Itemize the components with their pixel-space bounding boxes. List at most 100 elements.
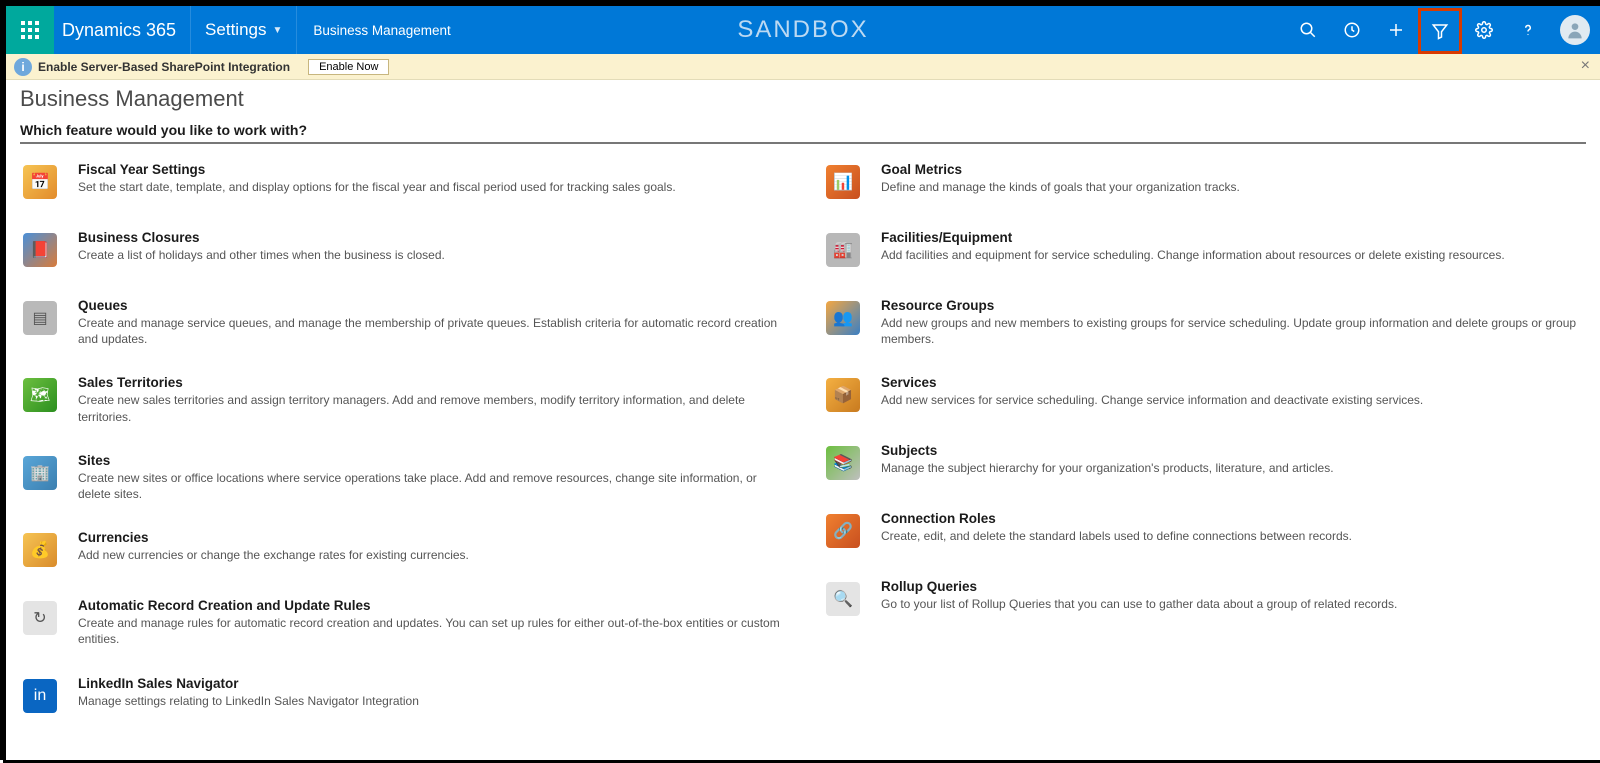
feature-text: Subjects Manage the subject hierarchy for… bbox=[881, 443, 1334, 483]
feature-icon: 📚 bbox=[823, 443, 863, 483]
feature-icon: 📦 bbox=[823, 375, 863, 415]
feature-text: Rollup QueriesGo to your list of Rollup … bbox=[881, 579, 1397, 619]
help-icon bbox=[1519, 21, 1537, 39]
goal-metrics-icon: 📊 bbox=[826, 165, 860, 199]
feature-business-closures[interactable]: 📕Business ClosuresCreate a list of holid… bbox=[20, 220, 783, 288]
feature-desc: Add facilities and equipment for service… bbox=[881, 247, 1505, 263]
feature-icon: 📕 bbox=[20, 230, 60, 270]
breadcrumb[interactable]: Business Management bbox=[296, 6, 466, 54]
feature-desc: Create new sites or office locations whe… bbox=[78, 470, 783, 502]
feature-queues[interactable]: ▤QueuesCreate and manage service queues,… bbox=[20, 288, 783, 365]
funnel-icon bbox=[1431, 22, 1449, 40]
feature-desc: Create, edit, and delete the standard la… bbox=[881, 528, 1352, 544]
feature-column-left: 📅 Fiscal Year SettingsSet the start date,… bbox=[20, 152, 783, 734]
linkedin-sales-navigator-icon: in bbox=[23, 679, 57, 713]
feature-text: Queues Create and manage service queues, … bbox=[78, 298, 783, 347]
new-record-button[interactable] bbox=[1374, 6, 1418, 54]
chevron-down-icon: ▼ bbox=[272, 25, 282, 36]
notification-close-button[interactable]: × bbox=[1581, 58, 1590, 74]
feature-title: Queues bbox=[78, 298, 783, 313]
feature-text: Fiscal Year SettingsSet the start date, … bbox=[78, 162, 676, 202]
section-rule bbox=[20, 142, 1586, 144]
feature-desc: Add new services for service scheduling.… bbox=[881, 392, 1423, 408]
feature-services[interactable]: 📦 Services Add new services for service sc… bbox=[823, 365, 1586, 433]
feature-title: Services bbox=[881, 375, 1423, 390]
fiscal-year-settings-icon: 📅 bbox=[23, 165, 57, 199]
app-launcher-button[interactable] bbox=[6, 6, 54, 54]
feature-icon: 🗺 bbox=[20, 375, 60, 415]
recent-button[interactable] bbox=[1330, 6, 1374, 54]
feature-text: Sales TerritoriesCreate new sales territ… bbox=[78, 375, 783, 424]
feature-resource-groups[interactable]: 👥 Resource Groups Add new groups and new m… bbox=[823, 288, 1586, 365]
notification-text: Enable Server-Based SharePoint Integrati… bbox=[38, 60, 290, 74]
resource-groups-icon: 👥 bbox=[826, 301, 860, 335]
feature-rollup-queries[interactable]: 🔍 Rollup QueriesGo to your list of Rollup… bbox=[823, 569, 1586, 637]
feature-icon: 👥 bbox=[823, 298, 863, 338]
gear-icon bbox=[1475, 21, 1493, 39]
feature-title: Sites bbox=[78, 453, 783, 468]
feature-icon: 🏭 bbox=[823, 230, 863, 270]
feature-currencies[interactable]: 💰 CurrenciesAdd new currencies or change … bbox=[20, 520, 783, 588]
feature-desc: Define and manage the kinds of goals tha… bbox=[881, 179, 1240, 195]
feature-subjects[interactable]: 📚 Subjects Manage the subject hierarchy fo… bbox=[823, 433, 1586, 501]
feature-text: LinkedIn Sales NavigatorManage settings … bbox=[78, 676, 419, 716]
feature-title: LinkedIn Sales Navigator bbox=[78, 676, 419, 691]
help-button[interactable] bbox=[1506, 6, 1550, 54]
feature-text: Connection RolesCreate, edit, and delete… bbox=[881, 511, 1352, 551]
advanced-find-button[interactable] bbox=[1418, 8, 1462, 54]
feature-title: Resource Groups bbox=[881, 298, 1586, 313]
feature-automatic-record-creation-and-update-rules[interactable]: ↻ Automatic Record Creation and Update Ru… bbox=[20, 588, 783, 665]
feature-text: Facilities/Equipment Add facilities and e… bbox=[881, 230, 1505, 270]
feature-icon: in bbox=[20, 676, 60, 716]
navbar-right bbox=[1286, 6, 1600, 54]
feature-facilities-equipment[interactable]: 🏭 Facilities/Equipment Add facilities and … bbox=[823, 220, 1586, 288]
settings-button[interactable] bbox=[1462, 6, 1506, 54]
feature-goal-metrics[interactable]: 📊 Goal Metrics Define and manage the kinds… bbox=[823, 152, 1586, 220]
feature-sites[interactable]: 🏢 Sites Create new sites or office locatio… bbox=[20, 443, 783, 520]
feature-desc: Go to your list of Rollup Queries that y… bbox=[881, 596, 1397, 612]
feature-title: Fiscal Year Settings bbox=[78, 162, 676, 177]
connection-roles-icon: 🔗 bbox=[826, 514, 860, 548]
feature-desc: Add new groups and new members to existi… bbox=[881, 315, 1586, 347]
area-switcher[interactable]: Settings ▼ bbox=[190, 6, 296, 54]
feature-title: Business Closures bbox=[78, 230, 445, 245]
breadcrumb-label: Business Management bbox=[313, 23, 450, 38]
currencies-icon: 💰 bbox=[23, 533, 57, 567]
feature-text: Goal Metrics Define and manage the kinds … bbox=[881, 162, 1240, 202]
feature-desc: Create and manage rules for automatic re… bbox=[78, 615, 783, 647]
feature-fiscal-year-settings[interactable]: 📅 Fiscal Year SettingsSet the start date,… bbox=[20, 152, 783, 220]
person-icon bbox=[1565, 20, 1585, 40]
global-navbar: Dynamics 365 Settings ▼ Business Managem… bbox=[6, 6, 1600, 54]
feature-title: Facilities/Equipment bbox=[881, 230, 1505, 245]
feature-connection-roles[interactable]: 🔗 Connection RolesCreate, edit, and delet… bbox=[823, 501, 1586, 569]
notification-bar: i Enable Server-Based SharePoint Integra… bbox=[6, 54, 1600, 80]
feature-desc: Manage the subject hierarchy for your or… bbox=[881, 460, 1334, 476]
feature-desc: Create and manage service queues, and ma… bbox=[78, 315, 783, 347]
business-closures-icon: 📕 bbox=[23, 233, 57, 267]
rollup-queries-icon: 🔍 bbox=[826, 582, 860, 616]
feature-text: Resource Groups Add new groups and new me… bbox=[881, 298, 1586, 347]
search-icon bbox=[1299, 21, 1317, 39]
search-button[interactable] bbox=[1286, 6, 1330, 54]
feature-sales-territories[interactable]: 🗺 Sales TerritoriesCreate new sales terri… bbox=[20, 365, 783, 442]
feature-icon: ↻ bbox=[20, 598, 60, 638]
facilities-equipment-icon: 🏭 bbox=[826, 233, 860, 267]
feature-text: CurrenciesAdd new currencies or change t… bbox=[78, 530, 469, 570]
feature-icon: 🏢 bbox=[20, 453, 60, 493]
feature-icon: 💰 bbox=[20, 530, 60, 570]
feature-title: Goal Metrics bbox=[881, 162, 1240, 177]
waffle-icon bbox=[21, 21, 39, 39]
feature-grid: 📅 Fiscal Year SettingsSet the start date,… bbox=[6, 152, 1600, 734]
feature-linkedin-sales-navigator[interactable]: in LinkedIn Sales NavigatorManage setting… bbox=[20, 666, 783, 734]
plus-icon bbox=[1387, 21, 1405, 39]
sites-icon: 🏢 bbox=[23, 456, 57, 490]
feature-column-right: 📊 Goal Metrics Define and manage the kinds… bbox=[823, 152, 1586, 734]
services-icon: 📦 bbox=[826, 378, 860, 412]
user-avatar[interactable] bbox=[1560, 15, 1590, 45]
feature-title: Automatic Record Creation and Update Rul… bbox=[78, 598, 783, 613]
feature-title: Subjects bbox=[881, 443, 1334, 458]
enable-now-button[interactable]: Enable Now bbox=[308, 59, 389, 75]
page-prompt: Which feature would you like to work wit… bbox=[6, 116, 1600, 142]
product-name[interactable]: Dynamics 365 bbox=[54, 20, 190, 41]
clock-icon bbox=[1343, 21, 1361, 39]
